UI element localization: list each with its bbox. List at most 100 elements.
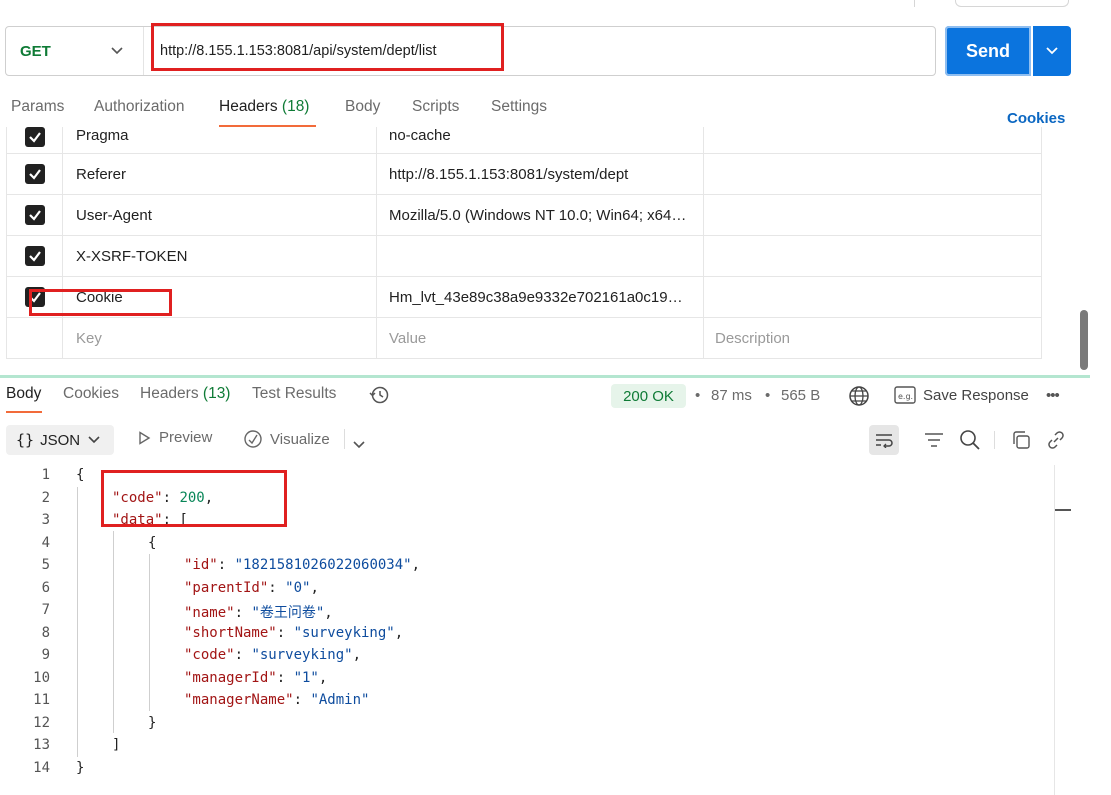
check-icon <box>28 251 41 262</box>
table-row: X-XSRF-TOKEN <box>6 235 1042 277</box>
tab-params[interactable]: Params <box>11 98 64 116</box>
code-token: : <box>217 557 235 573</box>
status-badge[interactable]: 200 OK <box>611 384 686 408</box>
dot-separator: • <box>765 387 771 404</box>
top-button-stub[interactable] <box>955 0 1069 7</box>
code-token: : <box>293 692 311 708</box>
format-select[interactable]: {} JSON <box>6 425 114 455</box>
globe-icon[interactable] <box>848 385 870 412</box>
line-number: 10 <box>33 669 50 686</box>
send-options-button[interactable] <box>1033 26 1071 76</box>
code-token: } <box>148 714 157 731</box>
tab-authorization[interactable]: Authorization <box>94 98 184 116</box>
line-number: 9 <box>41 647 50 663</box>
tab-label: Headers <box>140 385 199 402</box>
line-number: 6 <box>41 579 50 596</box>
braces-icon: {} <box>16 431 35 449</box>
code-line: ] <box>112 737 120 753</box>
wrap-lines-button[interactable] <box>869 425 899 455</box>
dot-separator: • <box>695 387 701 404</box>
header-value[interactable]: http://8.155.1.153:8081/system/dept <box>376 153 704 195</box>
code-line: "managerName": "Admin" <box>184 692 369 708</box>
annotation-box-code <box>101 470 287 527</box>
check-icon <box>28 132 41 143</box>
description-placeholder[interactable]: Description <box>703 317 1042 359</box>
tab-response-body[interactable]: Body <box>6 385 41 403</box>
code-token: , <box>324 605 333 621</box>
chevron-down-icon <box>88 436 100 444</box>
code-line: { <box>76 467 84 483</box>
save-response-button[interactable]: Save Response <box>923 387 1029 404</box>
scrollbar-thumb[interactable] <box>1080 310 1088 370</box>
response-time[interactable]: 87 ms <box>711 387 752 404</box>
header-value[interactable] <box>376 235 704 277</box>
checkbox[interactable] <box>24 127 45 147</box>
cookies-link[interactable]: Cookies <box>1007 110 1065 127</box>
header-key[interactable]: Pragma <box>62 127 377 154</box>
checkbox[interactable] <box>24 205 45 225</box>
tab-count: (13) <box>202 385 231 402</box>
header-description[interactable] <box>703 276 1042 318</box>
checkbox[interactable] <box>24 246 45 266</box>
tab-response-cookies[interactable]: Cookies <box>63 385 119 403</box>
visualize-button[interactable]: Visualize <box>243 429 330 449</box>
check-icon <box>28 169 41 180</box>
tab-label: Headers <box>219 98 278 115</box>
chevron-down-icon[interactable] <box>353 436 365 454</box>
code-token: "surveyking" <box>251 647 353 663</box>
chevron-down-icon <box>111 47 123 55</box>
code-token: "0" <box>285 579 311 596</box>
preview-button[interactable]: Preview <box>137 429 212 446</box>
tab-test-results[interactable]: Test Results <box>252 385 336 403</box>
key-placeholder[interactable]: Key <box>62 317 377 359</box>
checkbox[interactable] <box>24 164 45 184</box>
tab-settings[interactable]: Settings <box>491 98 547 116</box>
header-value[interactable]: Mozilla/5.0 (Windows NT 10.0; Win64; x64… <box>376 194 704 236</box>
annotation-box-cookie <box>29 289 172 316</box>
header-description[interactable] <box>703 194 1042 236</box>
top-divider <box>914 0 915 7</box>
header-value[interactable]: Hm_lvt_43e89c38a9e9332e702161a0c19… <box>376 276 704 318</box>
link-icon[interactable] <box>1046 430 1066 455</box>
header-value[interactable]: no-cache <box>376 127 704 154</box>
response-size[interactable]: 565 B <box>781 387 820 404</box>
method-select[interactable]: GET <box>6 27 144 75</box>
tab-body[interactable]: Body <box>345 98 380 116</box>
table-row: Pragma no-cache <box>6 127 1042 154</box>
code-token: "id" <box>184 557 218 573</box>
more-options-icon[interactable]: ••• <box>1046 387 1060 404</box>
table-row-new: Key Value Description <box>6 317 1042 359</box>
code-line: "shortName": "surveyking", <box>184 625 403 641</box>
code-token: "1" <box>293 669 319 686</box>
send-button[interactable]: Send <box>945 26 1031 76</box>
code-token: "surveyking" <box>293 624 395 641</box>
filter-icon[interactable] <box>924 432 944 453</box>
search-icon[interactable] <box>959 429 981 456</box>
checkbox-cell <box>6 127 63 154</box>
header-description[interactable] <box>703 235 1042 277</box>
tab-scripts[interactable]: Scripts <box>412 98 459 116</box>
code-line: } <box>76 760 84 776</box>
value-placeholder[interactable]: Value <box>376 317 704 359</box>
header-key[interactable]: Referer <box>62 153 377 195</box>
header-description[interactable] <box>703 153 1042 195</box>
tab-response-headers[interactable]: Headers (13) <box>140 385 230 403</box>
header-key[interactable]: X-XSRF-TOKEN <box>62 235 377 277</box>
code-token: "parentId" <box>184 579 269 596</box>
copy-icon[interactable] <box>1011 430 1031 455</box>
wrap-icon <box>876 434 893 448</box>
toolbar-divider <box>994 431 995 449</box>
header-key[interactable]: User-Agent <box>62 194 377 236</box>
tab-headers[interactable]: Headers (18) <box>219 98 309 116</box>
pane-divider[interactable] <box>0 375 1090 378</box>
history-icon[interactable] <box>368 385 390 410</box>
code-token: { <box>76 467 85 483</box>
header-description[interactable] <box>703 127 1042 154</box>
tab-label: Cookies <box>63 385 119 402</box>
code-line: { <box>148 535 156 551</box>
code-line: "managerId": "1", <box>184 670 327 686</box>
method-label: GET <box>20 42 51 60</box>
code-line: "parentId": "0", <box>184 580 319 596</box>
code-token: : <box>234 605 252 621</box>
line-number: 2 <box>41 489 50 506</box>
